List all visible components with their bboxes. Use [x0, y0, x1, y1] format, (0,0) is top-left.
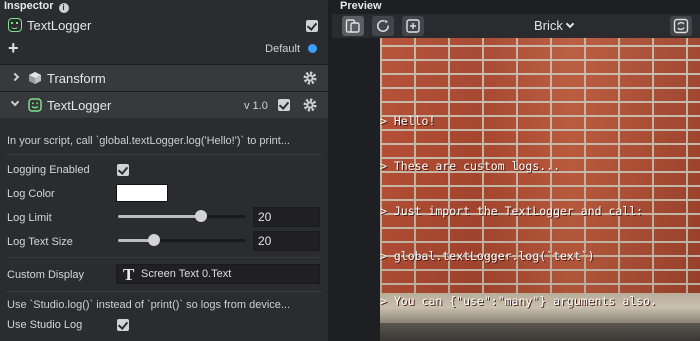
chevron-right-icon[interactable] [10, 72, 20, 82]
component-version: v 1.0 [244, 100, 268, 112]
script-component-icon [28, 98, 42, 112]
component-name: TextLogger [47, 98, 112, 113]
log-color-label: Log Color [7, 188, 55, 200]
divider [6, 154, 322, 155]
log-text-size-slider[interactable] [118, 234, 246, 246]
gear-icon[interactable] [302, 97, 318, 113]
sync-icon [673, 18, 689, 34]
layer-row: + Default [0, 38, 328, 60]
scene-object-row: TextLogger [0, 14, 328, 38]
preview-viewport[interactable]: > Hello! > These are custom logs... > Ju… [380, 38, 700, 341]
log-text-size-label: Log Text Size [7, 236, 73, 248]
log-limit-slider[interactable] [118, 210, 246, 222]
inspector-panel: Inspector i TextLogger + Default Transfor… [0, 0, 328, 341]
custom-display-value: Screen Text 0.Text [141, 268, 232, 280]
chevron-down-icon [565, 19, 575, 29]
preview-device-select[interactable]: Brick [534, 18, 575, 33]
divider [6, 257, 322, 258]
use-studio-log-checkbox[interactable] [117, 319, 129, 331]
log-text-size-input[interactable]: 20 [253, 231, 320, 251]
textlogger-header[interactable]: TextLogger v 1.0 [0, 92, 328, 118]
log-line: > Hello! [380, 114, 436, 128]
log-line: > You can {"use":"many"} arguments also. [380, 294, 657, 308]
transform-header[interactable]: Transform [0, 65, 328, 91]
preview-title: Preview [340, 0, 382, 12]
send-to-device-button[interactable] [402, 16, 424, 36]
reset-preview-button[interactable] [372, 16, 394, 36]
layer-label[interactable]: Default [265, 43, 300, 55]
pair-device-icon [406, 19, 420, 33]
script-object-icon [8, 18, 22, 32]
logging-enabled-checkbox[interactable] [117, 164, 129, 176]
preview-settings-button[interactable] [670, 16, 692, 36]
chevron-down-icon[interactable] [10, 97, 20, 107]
add-component-icon[interactable]: + [8, 39, 19, 57]
preview-panel: Preview Brick > Hello! > These are custo… [332, 0, 700, 341]
log-color-swatch[interactable] [116, 184, 168, 202]
log-limit-input[interactable]: 20 [253, 207, 320, 227]
layer-color-dot[interactable] [308, 44, 317, 53]
text-component-icon: T [123, 265, 135, 284]
custom-display-label: Custom Display [7, 269, 85, 281]
studio-log-hint: Use `Studio.log()` instead of `print()` … [7, 299, 291, 311]
component-enabled-checkbox[interactable] [278, 99, 290, 111]
custom-display-field[interactable]: T Screen Text 0.Text [116, 264, 320, 284]
log-line: > global.textLogger.log(`text`) [380, 249, 595, 263]
gear-icon[interactable] [302, 70, 318, 86]
inspector-title-label: Inspector [4, 0, 54, 12]
transform-label: Transform [47, 71, 106, 86]
preview-toolbar: Brick [332, 14, 700, 38]
info-icon[interactable]: i [58, 3, 69, 13]
device-icon [345, 19, 360, 33]
divider [6, 291, 322, 292]
usage-hint: In your script, call `global.textLogger.… [7, 135, 290, 147]
log-line: > These are custom logs... [380, 159, 561, 173]
preview-device-label: Brick [534, 18, 563, 33]
slider-fill [118, 215, 202, 218]
use-studio-log-label: Use Studio Log [7, 319, 83, 331]
inspector-title: Inspector i [4, 0, 69, 14]
log-line: > Just import the TextLogger and call: [380, 204, 644, 218]
log-limit-label: Log Limit [7, 212, 52, 224]
logging-enabled-label: Logging Enabled [7, 164, 90, 176]
object-enabled-checkbox[interactable] [306, 20, 318, 32]
slider-thumb[interactable] [195, 210, 208, 222]
slider-thumb[interactable] [147, 234, 160, 246]
device-preview-button[interactable] [342, 16, 364, 36]
transform-cube-icon [29, 72, 41, 84]
log-output: > Hello! > These are custom logs... > Ju… [380, 84, 657, 339]
object-name[interactable]: TextLogger [27, 18, 91, 33]
refresh-icon [377, 20, 389, 32]
